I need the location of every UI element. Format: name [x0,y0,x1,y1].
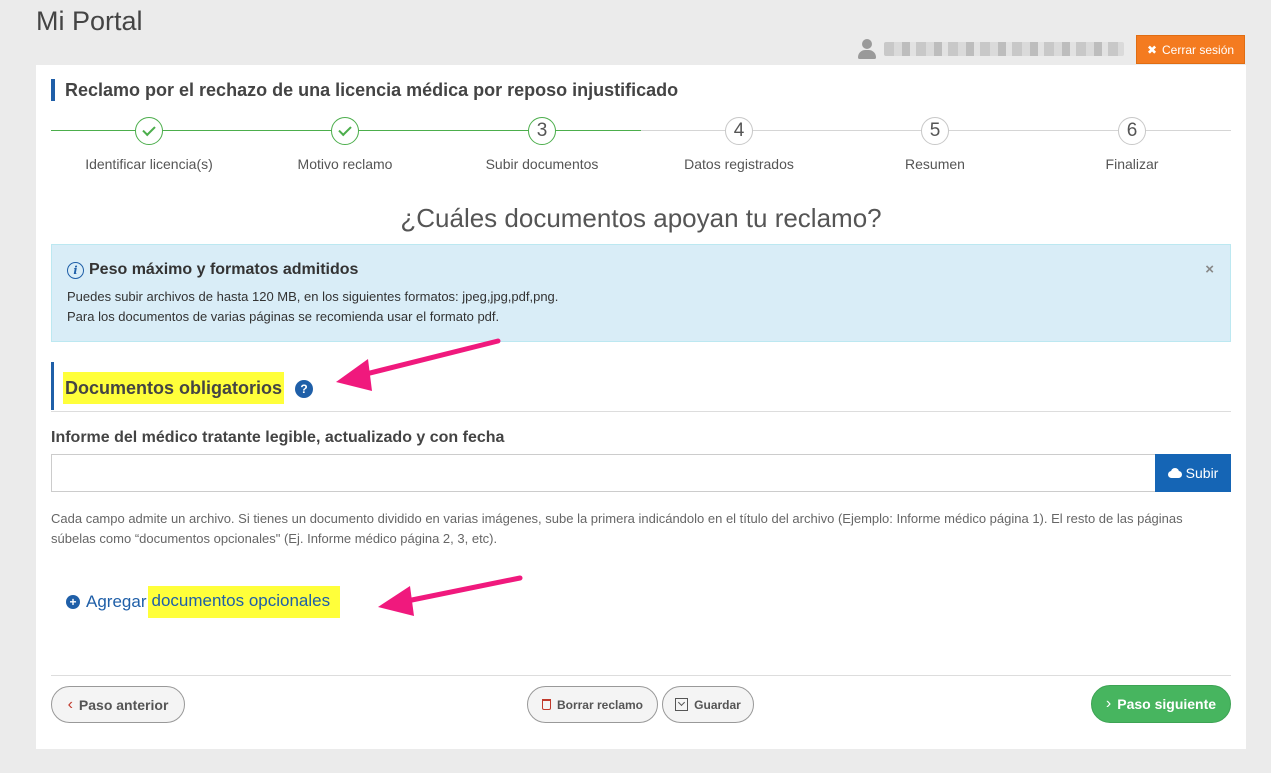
step-subir: 3 Subir documentos [444,117,640,172]
add-optional-docs-link[interactable]: + Agregar documentos opcionales [66,585,341,619]
user-icon [858,39,876,59]
step-identificar: Identificar licencia(s) [51,117,247,172]
help-icon[interactable]: ? [295,380,313,398]
step-motivo: Motivo reclamo [247,117,443,172]
delete-claim-button[interactable]: Borrar reclamo [527,686,658,723]
section-title: Documentos obligatorios [63,372,285,404]
info-alert: i Peso máximo y formatos admitidos Puede… [51,244,1231,342]
step-label: Motivo reclamo [297,156,393,172]
alert-title: Peso máximo y formatos admitidos [89,261,359,278]
step-label: Datos registrados [684,156,794,172]
save-icon [675,698,689,711]
alert-close-icon[interactable]: × [1205,261,1214,278]
alert-line-1: Puedes subir archivos de hasta 120 MB, e… [67,289,559,304]
step-done-circle [135,117,163,145]
step-todo-circle: 6 [1118,117,1146,145]
plus-circle-icon: + [66,595,80,609]
annotation-arrow-top [336,338,501,391]
user-info [858,38,1124,60]
annotation-arrow-bottom [378,575,523,616]
footer-divider [51,675,1231,676]
step-current-circle: 3 [528,117,556,145]
upload-button[interactable]: Subir [1155,454,1231,492]
trash-icon [541,699,551,710]
next-step-label: Paso siguiente [1117,696,1217,712]
medical-report-file-input[interactable] [51,454,1155,492]
step-resumen: 5 Resumen [837,117,1033,172]
step-done-circle [331,117,359,145]
add-optional-highlight: documentos opcionales [148,586,341,618]
previous-step-label: Paso anterior [78,696,169,713]
check-icon [338,122,352,137]
save-label: Guardar [694,697,741,712]
close-icon: ✖ [1146,42,1158,57]
check-icon [142,122,156,137]
save-button[interactable]: Guardar [662,686,754,723]
user-name-redacted [884,42,1124,56]
delete-claim-label: Borrar reclamo [556,697,644,712]
upload-label: Subir [1185,465,1219,481]
step-label: Finalizar [1105,156,1159,172]
logout-button[interactable]: ✖ Cerrar sesión [1136,35,1245,64]
step-datos: 4 Datos registrados [641,117,837,172]
upload-help-text: Cada campo admite un archivo. Si tienes … [51,511,1183,546]
previous-step-button[interactable]: ‹ Paso anterior [51,686,185,723]
progress-stepper: Identificar licencia(s) Motivo reclamo 3… [51,117,1231,177]
chevron-left-icon: ‹ [67,695,73,713]
cloud-upload-icon [1167,468,1182,478]
step-todo-circle: 4 [725,117,753,145]
step-label: Subir documentos [485,156,599,172]
step-label: Resumen [905,156,965,172]
next-step-button[interactable]: › Paso siguiente [1091,685,1231,723]
claim-card: Reclamo por el rechazo de una licencia m… [36,65,1246,749]
alert-title-row: i Peso máximo y formatos admitidos [67,261,1215,279]
step-label: Identificar licencia(s) [85,156,213,172]
medical-report-label: Informe del médico tratante legible, act… [51,429,505,446]
portal-title: Mi Portal [36,6,143,36]
alert-line-2: Para los documentos de varias páginas se… [67,309,500,324]
page-question: ¿Cuáles documentos apoyan tu reclamo? [400,203,882,233]
chevron-right-icon: › [1105,695,1112,712]
step-todo-circle: 5 [921,117,949,145]
step-finalizar: 6 Finalizar [1034,117,1230,172]
section-bar [51,362,54,410]
logout-label: Cerrar sesión [1162,42,1235,57]
add-optional-prefix: Agregar [86,592,147,611]
claim-title: Reclamo por el rechazo de una licencia m… [51,79,678,101]
info-icon: i [67,261,84,279]
mandatory-docs-section: Documentos obligatorios ? [51,362,1231,412]
